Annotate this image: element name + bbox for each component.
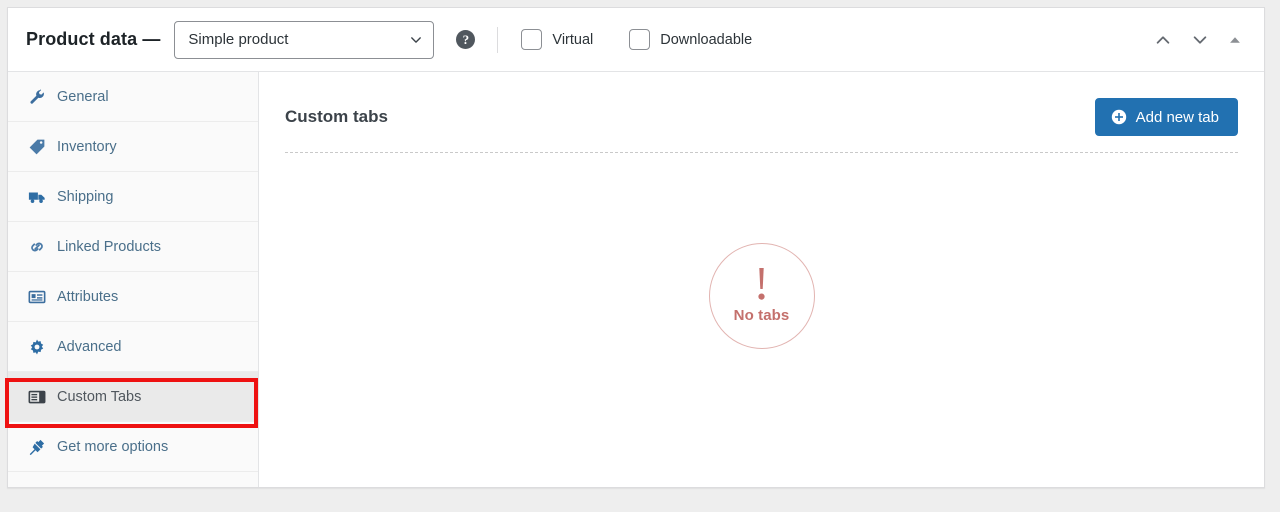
attributes-icon: [28, 290, 46, 303]
sidebar-item-label: Linked Products: [57, 238, 161, 255]
triangle-up-icon[interactable]: [1228, 33, 1242, 47]
chevron-up-icon[interactable]: [1154, 31, 1172, 49]
tabs-sidebar: General Inventory Shipping Linked Produc…: [5, 72, 259, 487]
panel-body: General Inventory Shipping Linked Produc…: [5, 72, 1264, 487]
custom-tabs-panel: Custom tabs Add new tab No tabs: [259, 72, 1264, 487]
sidebar-item-label: General: [57, 88, 109, 105]
sidebar-item-shipping[interactable]: Shipping: [8, 172, 258, 222]
sidebar-item-inventory[interactable]: Inventory: [8, 122, 258, 172]
add-new-tab-button[interactable]: Add new tab: [1094, 98, 1238, 136]
product-type-select[interactable]: Simple product: [174, 20, 435, 59]
sidebar-item-get-more-options[interactable]: Get more options: [8, 422, 258, 472]
virtual-checkbox[interactable]: [521, 29, 543, 50]
section-title: Custom tabs: [285, 107, 388, 126]
truck-icon: [28, 192, 45, 203]
help-icon[interactable]: ?: [456, 30, 476, 49]
plugin-icon: [29, 439, 45, 455]
sidebar-item-attributes[interactable]: Attributes: [8, 272, 258, 322]
product-type-value: Simple product: [188, 31, 289, 48]
sidebar-item-linked-products[interactable]: Linked Products: [8, 222, 258, 272]
wrench-icon: [30, 88, 44, 104]
tag-icon: [29, 139, 45, 154]
gear-icon: [30, 338, 44, 355]
downloadable-checkbox-field[interactable]: Downloadable: [629, 29, 752, 50]
chevron-down-icon: [411, 36, 422, 43]
downloadable-checkbox[interactable]: [629, 29, 651, 50]
header-divider: [497, 26, 499, 53]
sidebar-item-advanced[interactable]: Advanced: [8, 322, 258, 372]
add-new-tab-label: Add new tab: [1135, 108, 1219, 126]
product-data-panel: Product data — Simple product ? Virtual …: [5, 7, 1265, 488]
sidebar-item-label: Attributes: [57, 288, 119, 305]
header-actions: [1154, 31, 1250, 49]
panel-header: Product data — Simple product ? Virtual …: [8, 8, 1264, 72]
downloadable-checkbox-label: Downloadable: [660, 31, 753, 48]
sidebar-item-label: Inventory: [57, 138, 117, 155]
sidebar-item-label: Custom Tabs: [57, 388, 142, 405]
sidebar-item-label: Shipping: [57, 188, 114, 205]
sidebar-item-label: Advanced: [57, 338, 122, 355]
plus-circle-icon: [1111, 109, 1126, 125]
no-tabs-circle: No tabs: [708, 243, 815, 349]
exclamation-icon: [758, 268, 765, 300]
sidebar-item-general[interactable]: General: [8, 72, 258, 122]
sidebar-item-custom-tabs[interactable]: Custom Tabs: [8, 372, 258, 422]
content-header: Custom tabs Add new tab: [285, 98, 1238, 153]
chevron-down-icon[interactable]: [1191, 31, 1209, 49]
no-tabs-label: No tabs: [733, 307, 790, 324]
virtual-checkbox-label: Virtual: [552, 31, 594, 48]
link-icon: [31, 242, 43, 251]
custom-tabs-icon: [28, 390, 46, 403]
sidebar-item-label: Get more options: [57, 438, 169, 455]
page-title: Product data —: [26, 29, 161, 49]
empty-state: No tabs: [259, 243, 1264, 349]
virtual-checkbox-field[interactable]: Virtual: [521, 29, 593, 50]
